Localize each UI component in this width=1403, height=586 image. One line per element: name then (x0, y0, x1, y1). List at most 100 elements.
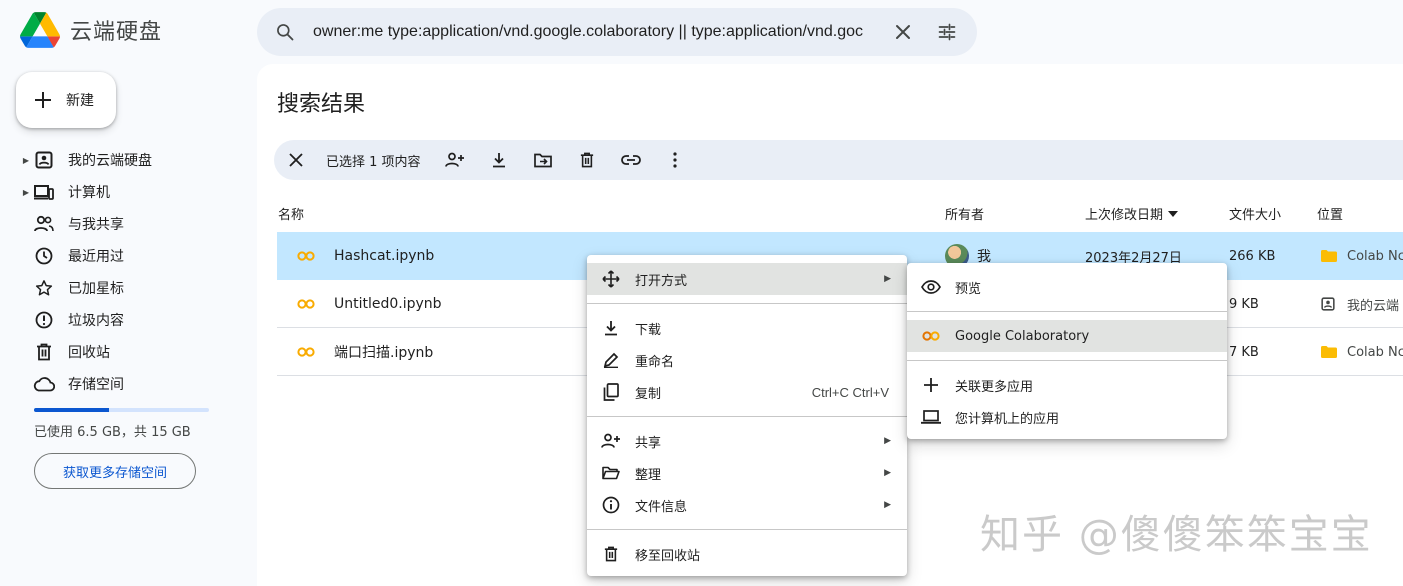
rename-pencil-icon (599, 348, 623, 372)
sidebar-item-starred[interactable]: 已加星标 (20, 272, 240, 304)
menu-label: 整理 (635, 467, 662, 483)
computers-icon (32, 180, 56, 204)
file-size: 9 KB (1229, 296, 1259, 312)
file-location[interactable]: Colab Nc (1321, 232, 1403, 280)
colab-file-icon (297, 232, 315, 280)
search-bar[interactable]: owner:me type:application/vnd.google.col… (257, 8, 977, 56)
share-user-add-icon[interactable] (441, 146, 469, 174)
submenu-arrow-icon: ▶ (884, 436, 891, 446)
more-actions-icon[interactable] (661, 146, 689, 174)
sidebar-item-recent[interactable]: 最近用过 (20, 240, 240, 272)
file-name: Untitled0.ipynb (334, 296, 442, 312)
menu-item-share[interactable]: 共享 ▶ (587, 425, 907, 457)
colab-file-icon (297, 328, 315, 376)
menu-label: Google Colaboratory (955, 328, 1090, 344)
location-label: 我的云端 (1347, 298, 1400, 314)
trash-icon (599, 542, 623, 566)
new-button[interactable]: 新建 (16, 72, 116, 128)
expand-caret-icon[interactable]: ▶ (20, 188, 32, 197)
menu-label: 下载 (635, 322, 662, 338)
my-drive-icon (32, 148, 56, 172)
menu-divider (587, 529, 907, 530)
menu-label: 复制 (635, 386, 662, 402)
app-logo[interactable]: 云端硬盘 (20, 12, 162, 48)
app-title: 云端硬盘 (70, 20, 163, 45)
open-with-submenu: 预览 Google Colaboratory 关联更多应用 您计算机上的应用 (907, 263, 1227, 439)
page-title: 搜索结果 (277, 92, 366, 117)
menu-divider (587, 303, 907, 304)
delete-icon[interactable] (573, 146, 601, 174)
file-location[interactable]: 我的云端 (1321, 280, 1399, 328)
submenu-item-google-colaboratory[interactable]: Google Colaboratory (907, 320, 1227, 352)
plus-icon (35, 92, 51, 108)
folder-open-icon (599, 461, 623, 485)
sidebar-item-my-drive[interactable]: ▶ 我的云端硬盘 (20, 144, 240, 176)
location-label: Colab Nc (1347, 248, 1403, 264)
sidebar-item-shared-with-me[interactable]: 与我共享 (20, 208, 240, 240)
sidebar-item-label: 计算机 (68, 185, 110, 201)
my-drive-icon (1321, 297, 1335, 311)
copy-icon (599, 380, 623, 404)
sidebar-item-label: 已加星标 (68, 281, 124, 297)
sidebar-item-label: 我的云端硬盘 (68, 153, 152, 169)
menu-item-file-info[interactable]: 文件信息 ▶ (587, 489, 907, 521)
menu-item-organize[interactable]: 整理 ▶ (587, 457, 907, 489)
get-more-storage-button[interactable]: 获取更多存储空间 (34, 453, 196, 489)
sidebar-item-label: 最近用过 (68, 249, 124, 265)
clear-selection-icon[interactable] (282, 146, 310, 174)
column-header-owner[interactable]: 所有者 (945, 204, 984, 223)
open-with-move-icon (599, 267, 623, 291)
expand-caret-icon[interactable]: ▶ (20, 156, 32, 165)
location-label: Colab Nc (1347, 344, 1403, 360)
submenu-item-computer-apps[interactable]: 您计算机上的应用 (907, 401, 1227, 433)
trash-icon (32, 340, 56, 364)
laptop-icon (919, 405, 943, 429)
column-header-size[interactable]: 文件大小 (1229, 204, 1281, 223)
sidebar-item-computers[interactable]: ▶ 计算机 (20, 176, 240, 208)
column-header-modified-label: 上次修改日期 (1085, 208, 1164, 223)
sidebar-item-storage[interactable]: 存储空间 (20, 368, 240, 400)
submenu-item-connect-more-apps[interactable]: 关联更多应用 (907, 369, 1227, 401)
cloud-icon (32, 372, 56, 396)
column-header-modified[interactable]: 上次修改日期 (1085, 204, 1179, 223)
sidebar-item-spam[interactable]: 垃圾内容 (20, 304, 240, 336)
plus-icon (919, 373, 943, 397)
menu-divider (907, 360, 1227, 361)
menu-item-move-to-trash[interactable]: 移至回收站 (587, 538, 907, 570)
menu-label: 共享 (635, 435, 662, 451)
file-location[interactable]: Colab Nc (1321, 328, 1403, 376)
eye-icon (919, 275, 943, 299)
submenu-arrow-icon: ▶ (884, 274, 891, 284)
submenu-item-preview[interactable]: 预览 (907, 271, 1227, 303)
download-icon (599, 316, 623, 340)
copy-link-icon[interactable] (617, 146, 645, 174)
search-input[interactable]: owner:me type:application/vnd.google.col… (313, 23, 881, 41)
file-size: 7 KB (1229, 344, 1259, 360)
clear-search-icon[interactable] (881, 10, 925, 54)
download-icon[interactable] (485, 146, 513, 174)
file-name: 端口扫描.ipynb (334, 345, 434, 361)
share-user-add-icon (599, 429, 623, 453)
menu-item-open-with[interactable]: 打开方式 ▶ (587, 263, 907, 295)
context-menu: 打开方式 ▶ 下载 重命名 复制 Ctrl+C Ctrl+V 共享 ▶ 整理 ▶… (587, 255, 907, 576)
selection-count: 已选择 1 项内容 (326, 154, 421, 170)
search-options-icon[interactable] (925, 10, 969, 54)
recent-icon (32, 244, 56, 268)
copy-shortcut: Ctrl+C Ctrl+V (811, 384, 889, 400)
menu-label: 移至回收站 (635, 548, 701, 564)
submenu-arrow-icon: ▶ (884, 500, 891, 510)
watermark: 知乎 @傻傻笨笨宝宝 (980, 512, 1373, 558)
search-icon[interactable] (257, 22, 313, 42)
column-header-location[interactable]: 位置 (1317, 204, 1343, 223)
menu-item-rename[interactable]: 重命名 (587, 344, 907, 376)
menu-label: 文件信息 (635, 499, 688, 515)
move-to-folder-icon[interactable] (529, 146, 557, 174)
menu-label: 重命名 (635, 354, 675, 370)
sidebar-item-trash[interactable]: 回收站 (20, 336, 240, 368)
column-header-name[interactable]: 名称 (278, 204, 304, 223)
menu-item-copy[interactable]: 复制 Ctrl+C Ctrl+V (587, 376, 907, 408)
file-size: 266 KB (1229, 248, 1276, 264)
sort-desc-icon[interactable] (1167, 210, 1179, 218)
folder-icon (1321, 346, 1337, 358)
menu-item-download[interactable]: 下载 (587, 312, 907, 344)
